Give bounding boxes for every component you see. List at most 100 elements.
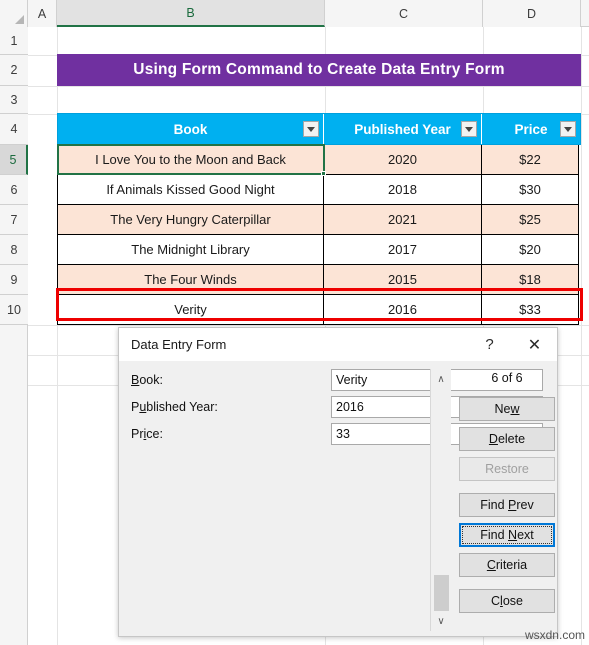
- focus-ring: [462, 526, 552, 544]
- cell-price[interactable]: $18: [481, 265, 579, 295]
- row-header-8-label: 8: [10, 242, 18, 257]
- delete-button-label: Delete: [488, 432, 526, 446]
- watermark: wsxdn.com: [524, 628, 585, 642]
- table-header-published-year: Published Year: [324, 114, 482, 144]
- field-label-price-text: Price:: [131, 427, 163, 441]
- close-icon[interactable]: ✕: [512, 328, 557, 361]
- cell-book[interactable]: I Love You to the Moon and Back: [57, 145, 323, 175]
- dialog-titlebar[interactable]: Data Entry Form ? ✕: [119, 328, 557, 361]
- cell-price[interactable]: $20: [481, 235, 579, 265]
- row-header-9[interactable]: 9: [0, 265, 28, 295]
- cell-year[interactable]: 2020: [323, 145, 481, 175]
- accel-key: w: [510, 402, 520, 416]
- field-label-published-year-text: Published Year:: [131, 400, 218, 414]
- row-header-1-label: 1: [10, 33, 18, 48]
- criteria-button-label: Criteria: [486, 558, 528, 572]
- cell-price[interactable]: $33: [481, 295, 579, 325]
- cell-year[interactable]: 2017: [323, 235, 481, 265]
- row-header-8[interactable]: 8: [0, 235, 28, 265]
- table-row[interactable]: I Love You to the Moon and Back 2020 $22: [57, 145, 581, 175]
- column-header-b-label: B: [186, 5, 195, 20]
- field-label-book: Book:: [131, 369, 163, 391]
- filter-dropdown-price[interactable]: [560, 121, 576, 137]
- gridline: [581, 27, 582, 645]
- cell-year[interactable]: 2015: [323, 265, 481, 295]
- chevron-down-icon: [465, 126, 473, 132]
- table-header-book-label: Book: [173, 121, 208, 137]
- row-header-2-label: 2: [10, 63, 18, 77]
- accel-key: D: [488, 432, 498, 446]
- close-button[interactable]: Close: [459, 589, 555, 613]
- delete-button[interactable]: Delete: [459, 427, 555, 451]
- cell-price[interactable]: $22: [481, 145, 579, 175]
- select-all-triangle-icon: [15, 15, 24, 24]
- scrollbar-thumb[interactable]: [434, 575, 449, 611]
- row-header-7[interactable]: 7: [0, 205, 28, 235]
- record-counter: 6 of 6: [491, 371, 523, 385]
- row-header-4-label: 4: [10, 122, 18, 136]
- criteria-button[interactable]: Criteria: [459, 553, 555, 577]
- column-header-a-label: A: [37, 6, 47, 21]
- field-label-price: Price:: [131, 423, 163, 445]
- select-all-corner[interactable]: [0, 0, 28, 27]
- new-button[interactable]: New: [459, 397, 555, 421]
- filter-dropdown-published-year[interactable]: [461, 121, 477, 137]
- column-header-d[interactable]: D: [483, 0, 581, 27]
- row-header-1[interactable]: 1: [0, 27, 28, 55]
- column-header-d-label: D: [526, 6, 537, 21]
- chevron-down-icon: [564, 126, 572, 132]
- scroll-down-icon[interactable]: ∨: [431, 611, 451, 631]
- record-scrollbar[interactable]: ∧ ∨: [431, 369, 451, 631]
- data-table: Book Published Year Price I Love You to …: [57, 113, 581, 325]
- table-row[interactable]: Verity 2016 $33: [57, 295, 581, 325]
- row-header-6[interactable]: 6: [0, 175, 28, 205]
- filter-dropdown-book[interactable]: [303, 121, 319, 137]
- row-header-3-label: 3: [10, 92, 18, 107]
- column-header-row: A B C D: [0, 0, 589, 27]
- dialog-window-buttons: ? ✕: [467, 328, 557, 361]
- new-button-label: New: [494, 402, 520, 416]
- dialog-body: Book: Verity Published Year: 2016 Price:…: [119, 361, 557, 638]
- cell-price[interactable]: $25: [481, 205, 579, 235]
- row-header-10-label: 10: [7, 302, 21, 317]
- restore-button-label: Restore: [485, 462, 529, 476]
- table-row[interactable]: The Very Hungry Caterpillar 2021 $25: [57, 205, 581, 235]
- column-header-c[interactable]: C: [325, 0, 483, 27]
- table-row[interactable]: The Midnight Library 2017 $20: [57, 235, 581, 265]
- column-header-b[interactable]: B: [57, 0, 325, 27]
- cell-price[interactable]: $30: [481, 175, 579, 205]
- close-button-label: Close: [491, 594, 523, 608]
- find-next-button[interactable]: Find Next: [459, 523, 555, 547]
- cell-book[interactable]: The Very Hungry Caterpillar: [57, 205, 323, 235]
- cell-year[interactable]: 2021: [323, 205, 481, 235]
- row-header-10[interactable]: 10: [0, 295, 28, 325]
- cell-book[interactable]: The Four Winds: [57, 265, 323, 295]
- cell-book[interactable]: The Midnight Library: [57, 235, 323, 265]
- table-row[interactable]: If Animals Kissed Good Night 2018 $30: [57, 175, 581, 205]
- column-header-a[interactable]: A: [28, 0, 57, 27]
- scroll-up-icon[interactable]: ∧: [431, 369, 451, 389]
- cell-year[interactable]: 2018: [323, 175, 481, 205]
- table-row[interactable]: The Four Winds 2015 $18: [57, 265, 581, 295]
- table-header-row: Book Published Year Price: [57, 113, 581, 145]
- help-button[interactable]: ?: [467, 328, 512, 361]
- row-header-2[interactable]: 2: [0, 55, 28, 86]
- row-header-6-label: 6: [10, 182, 18, 197]
- table-header-published-year-label: Published Year: [354, 121, 451, 137]
- dialog-title: Data Entry Form: [131, 337, 227, 352]
- row-header-9-label: 9: [10, 272, 18, 287]
- row-header-4[interactable]: 4: [0, 114, 28, 145]
- chevron-down-icon: [307, 126, 315, 132]
- row-header-3[interactable]: 3: [0, 86, 28, 114]
- cell-book[interactable]: If Animals Kissed Good Night: [57, 175, 323, 205]
- row-header-5[interactable]: 5: [0, 145, 28, 175]
- worksheet-title-banner: Using Form Command to Create Data Entry …: [57, 54, 581, 86]
- table-header-price-label: Price: [514, 121, 548, 137]
- table-header-price: Price: [482, 114, 580, 144]
- restore-button: Restore: [459, 457, 555, 481]
- find-prev-button[interactable]: Find Prev: [459, 493, 555, 517]
- cell-book[interactable]: Verity: [57, 295, 323, 325]
- gridline: [28, 325, 589, 326]
- cell-year[interactable]: 2016: [323, 295, 481, 325]
- accel-key: C: [486, 558, 496, 572]
